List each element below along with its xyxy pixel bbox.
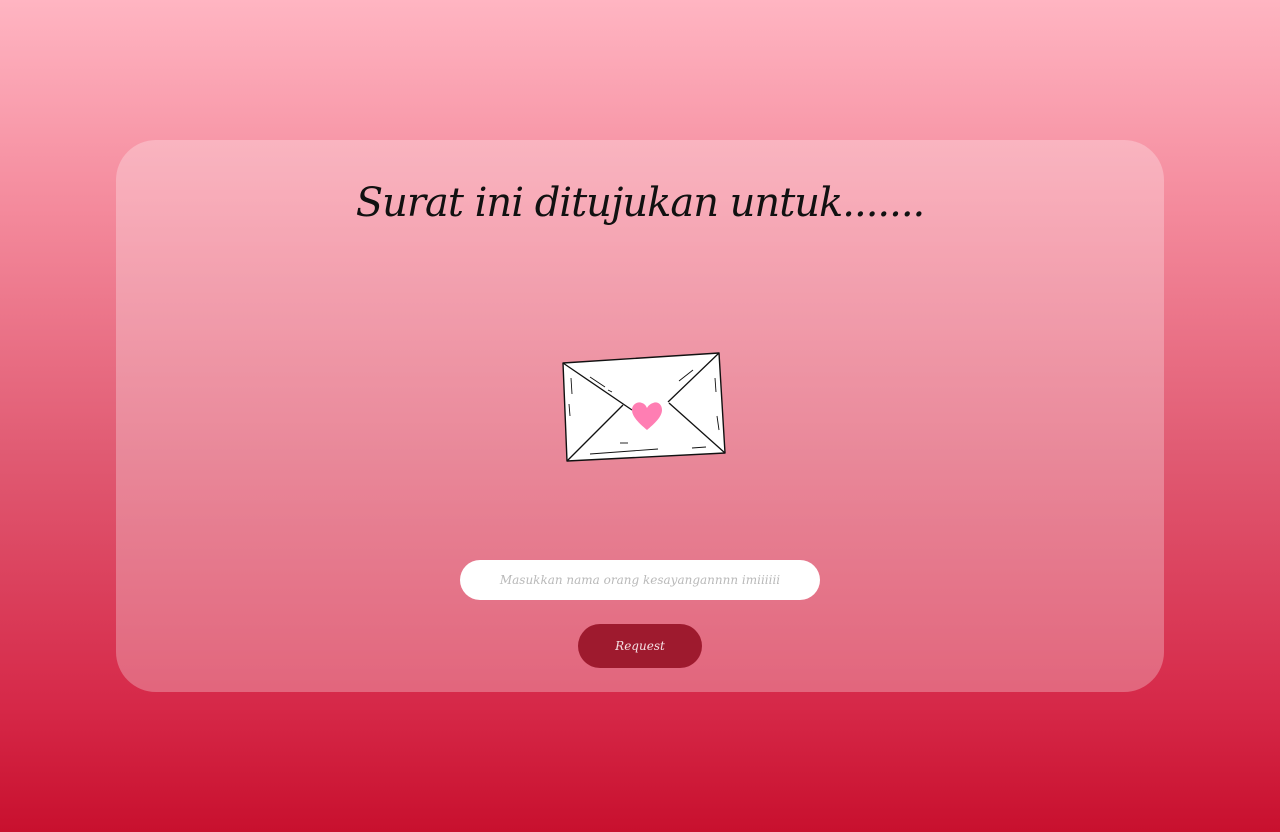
request-card: Surat ini ditujukan untuk....... Request — [116, 140, 1164, 692]
request-button[interactable]: Request — [578, 624, 702, 668]
envelope-heart-icon — [562, 352, 726, 462]
name-input[interactable] — [460, 560, 820, 600]
card-title: Surat ini ditujukan untuk....... — [355, 180, 926, 226]
